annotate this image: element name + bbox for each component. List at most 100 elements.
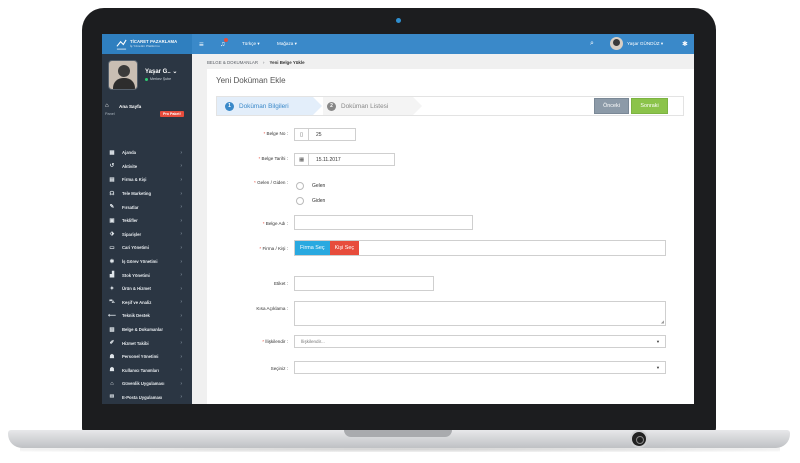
sidebar-item-home[interactable]: ⌂ Ana Sayfa [105,103,141,109]
doc-name-input[interactable] [294,215,473,230]
tag-input[interactable] [294,276,434,291]
sidebar-item-18[interactable]: ✉ E-Posta Uygulaması › [102,391,192,404]
file-icon: ▯ [295,129,309,140]
description-label: Kısa Açıklama : [256,306,288,311]
description-textarea[interactable]: ◢ [294,301,666,326]
sidebar-item-11[interactable]: ⛍ Keşif ve Analiz › [102,296,192,310]
breadcrumb-current: Yeni Belge Yükle [269,60,305,65]
breadcrumb-parent[interactable]: BELGE & DOKUMANLAR [207,60,258,65]
topbar-avatar[interactable] [610,37,623,50]
chevron-right-icon: › [180,258,182,265]
chevron-right-icon: › [180,367,182,374]
sidebar-item-label: Ürün & Hizmet [122,286,151,292]
pro-package-badge[interactable]: Pro Paket! [160,111,184,117]
sidebar-item-14[interactable]: ✐ Hizmet Takibi › [102,336,192,350]
radio-label: Gelen [312,183,326,189]
notification-bell-icon[interactable]: ♫ [220,34,228,54]
logo-text: TİCARET PAZARLAMA İş Yönetim Platformu [130,39,177,49]
sidebar-item-label: Teknik Destek [122,313,150,319]
sidebar-item-5[interactable]: ▣ Teklifler › [102,214,192,228]
language-dropdown[interactable]: Türkçe ▾ [242,34,260,54]
camera-icon [396,18,401,23]
tags-icon: ✦ [109,285,115,292]
doc-date-label: * Belge Tarihi : [258,156,288,161]
sidebar-item-8[interactable]: ✱ İş Görev Yönetimi › [102,255,192,269]
sidebar-item-label: Keşif ve Analiz [122,299,152,305]
page-title: Yeni Doküman Ekle [216,76,286,85]
chevron-right-icon: › [180,272,182,279]
sidebar-item-17[interactable]: ⌂ Güvenlik Uygulaması › [102,377,192,391]
chevron-right-icon: › [180,149,182,156]
related-select[interactable]: İlişkilendir... ▼ [294,335,666,348]
chevron-right-icon: › [180,285,182,292]
sidebar-item-4[interactable]: ✎ Fırsatlar › [102,200,192,214]
doc-name-label: * Belge Adı : [262,221,288,226]
profile-name[interactable]: Yaşar G.. ⌄ [145,68,177,75]
breadcrumb-separator: › [263,60,265,65]
chevron-right-icon: › [180,176,182,183]
sidebar-item-label: Fırsatlar [122,204,139,210]
sidebar-item-1[interactable]: ↺ Aktivite › [102,160,192,174]
doc-date-field[interactable]: ▦ 15.11.2017 [294,153,395,166]
wizard-steps: 1 Doküman Bilgileri 2 Doküman Listesi Ön… [216,96,684,116]
headset-icon: ☊ [109,190,115,197]
chevron-right-icon: › [180,217,182,224]
sidebar-item-9[interactable]: ▟ Stok Yönetimi › [102,268,192,282]
store-dropdown[interactable]: Mağaza ▾ [277,34,297,54]
form-card: Yeni Doküman Ekle 1 Doküman Bilgileri 2 … [207,69,694,404]
sidebar-item-label: Teklifler [122,218,138,224]
chevron-right-icon: › [180,299,182,306]
chevron-right-icon: › [180,380,182,387]
radio-label: Giden [312,198,326,204]
profile-branch: Merkez Şube [150,77,172,81]
avatar [108,60,138,90]
home-icon: ⌂ [105,103,109,109]
sidebar-item-15[interactable]: ☗ Personel Yönetimi › [102,350,192,364]
sidebar-item-0[interactable]: ▦ Ajanda › [102,146,192,160]
hamburger-menu-icon[interactable]: ≡ [199,34,204,54]
radio-incoming[interactable]: Gelen [296,182,325,190]
choose-select[interactable]: ▼ [294,361,666,374]
user-group-icon: ☗ [109,367,115,374]
sidebar-item-16[interactable]: ☗ Kullanıcı Tanımları › [102,364,192,378]
step-label: Doküman Listesi [341,102,389,110]
wizard-step-document-info[interactable]: 1 Doküman Bilgileri [217,97,322,115]
search-icon[interactable]: ⌕ [590,34,594,54]
doc-date-value: 15.11.2017 [316,156,341,163]
select-person-button[interactable]: Kişi Seç [329,241,360,255]
resize-handle-icon[interactable]: ◢ [661,319,664,324]
wizard-step-document-list[interactable]: 2 Doküman Listesi [323,97,422,115]
bar-chart-icon: ▟ [109,272,115,279]
sidebar-item-13[interactable]: ▧ Belge & Dokumanlar › [102,323,192,337]
doc-no-field[interactable]: ▯ 25 [294,128,356,141]
sidebar-item-2[interactable]: ▤ Firma & Kişi › [102,173,192,187]
sidebar-item-label: İş Görev Yönetimi [122,259,158,265]
sidebar-item-6[interactable]: ⬗ Siparişler › [102,228,192,242]
related-select-value: İlişkilendir... [301,339,325,344]
document-icon: ▣ [109,217,115,224]
sidebar-item-12[interactable]: ⟵ Teknik Destek › [102,309,192,323]
next-button[interactable]: Sonraki [631,98,668,114]
select-company-button[interactable]: Firma Seç [295,241,330,255]
radio-outgoing[interactable]: Giden [296,197,325,205]
sidebar-item-7[interactable]: ▭ Cari Yönetimi › [102,241,192,255]
sidebar-profile[interactable]: Yaşar G.. ⌄ Merkez Şube [108,60,188,92]
gear-icon[interactable]: ✱ [682,34,688,54]
sidebar-item-3[interactable]: ☊ Tele Marketing › [102,187,192,201]
chevron-right-icon: › [180,163,182,170]
power-button-icon [630,430,648,448]
panel-label: Panel [105,112,115,116]
sidebar-item-10[interactable]: ✦ Ürün & Hizmet › [102,282,192,296]
sidebar: Yaşar G.. ⌄ Merkez Şube ⌂ Ana Sayfa Pane… [102,54,192,404]
chevron-right-icon: › [180,204,182,211]
tag-label: Etiket : [273,281,288,286]
laptop-mockup: TİCARET PAZARLAMA İş Yönetim Platformu ≡… [0,0,800,463]
previous-button[interactable]: Önceki [594,98,629,114]
sidebar-item-label: Aktivite [122,163,138,169]
users-icon: ☗ [109,353,115,360]
brand-logo[interactable]: TİCARET PAZARLAMA İş Yönetim Platformu [102,34,192,54]
user-menu-dropdown[interactable]: Yaşar GÜNDÜZ ▾ [627,34,663,54]
notification-dot [224,38,228,42]
sidebar-item-label: Hizmet Takibi [122,340,149,346]
company-person-field[interactable]: Firma Seç Kişi Seç [294,240,666,256]
